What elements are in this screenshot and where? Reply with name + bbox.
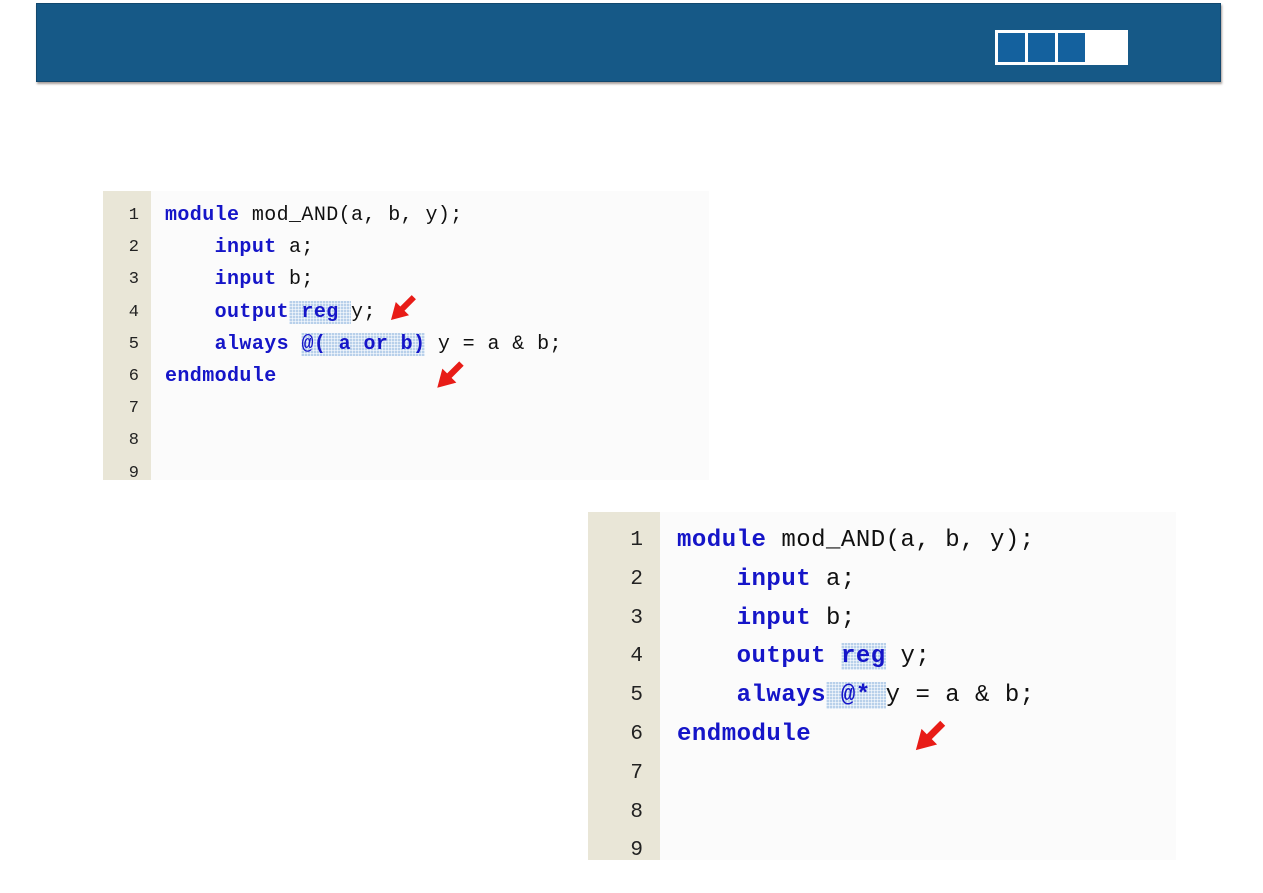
code-token: y; — [886, 643, 931, 670]
three-squares-logo — [995, 30, 1128, 65]
code-token: a; — [277, 236, 314, 259]
line-number-gutter: 123456789 — [588, 512, 660, 860]
code-line: output reg y; — [165, 297, 709, 329]
code-token: input — [215, 268, 277, 291]
code-token: b; — [811, 605, 856, 632]
code-content[interactable]: module mod_AND(a, b, y); input a; input … — [151, 191, 709, 480]
line-number: 1 — [103, 200, 139, 232]
code-token: module — [677, 527, 766, 554]
code-token — [677, 643, 737, 670]
line-number: 2 — [588, 561, 643, 600]
line-number: 5 — [103, 329, 139, 361]
line-number: 6 — [103, 361, 139, 393]
code-content[interactable]: module mod_AND(a, b, y); input a; input … — [660, 512, 1176, 860]
logo-square-3 — [1058, 33, 1085, 62]
line-number: 2 — [103, 232, 139, 264]
line-number-gutter: 123456789 — [103, 191, 151, 480]
code-line: endmodule — [677, 716, 1176, 755]
code-token: a; — [811, 566, 856, 593]
logo-square-1 — [998, 33, 1025, 62]
line-number: 8 — [103, 425, 139, 457]
line-number: 4 — [103, 297, 139, 329]
selected-code-token[interactable]: reg — [289, 301, 351, 324]
code-line: module mod_AND(a, b, y); — [165, 200, 709, 232]
selected-code-token[interactable]: @* — [826, 682, 886, 709]
code-line: input a; — [165, 232, 709, 264]
line-number: 6 — [588, 716, 643, 755]
code-token: always — [737, 682, 826, 709]
code-block-verilog-sensitivity-list: 123456789 module mod_AND(a, b, y); input… — [103, 191, 709, 480]
code-token: module — [165, 204, 239, 227]
line-number: 3 — [103, 264, 139, 296]
line-number: 8 — [588, 794, 643, 833]
code-line: output reg y; — [677, 638, 1176, 677]
code-token — [677, 566, 737, 593]
code-token: endmodule — [677, 721, 811, 748]
selected-code-token[interactable]: @( a or b) — [301, 333, 425, 356]
code-line: input a; — [677, 561, 1176, 600]
code-token: output — [737, 643, 826, 670]
code-token: y; — [351, 301, 376, 324]
header-banner — [36, 3, 1221, 82]
code-token: y = a & b; — [886, 682, 1035, 709]
code-line: always @* y = a & b; — [677, 677, 1176, 716]
code-token: output — [215, 301, 289, 324]
code-line: input b; — [677, 600, 1176, 639]
code-token — [677, 605, 737, 632]
line-number: 3 — [588, 600, 643, 639]
selected-code-token[interactable]: reg — [841, 643, 886, 670]
line-number: 9 — [103, 458, 139, 480]
line-number: 7 — [588, 755, 643, 794]
line-number: 1 — [588, 522, 643, 561]
code-token: y = a & b; — [425, 333, 561, 356]
line-number: 9 — [588, 832, 643, 860]
logo-square-2 — [1028, 33, 1055, 62]
code-token: input — [737, 566, 812, 593]
code-token — [165, 236, 215, 259]
code-token — [165, 333, 215, 356]
code-token: input — [215, 236, 277, 259]
code-token: mod_AND(a, b, y); — [239, 204, 462, 227]
code-line: input b; — [165, 264, 709, 296]
code-token — [289, 333, 301, 356]
code-token: endmodule — [165, 365, 277, 388]
code-token — [826, 643, 841, 670]
code-line: module mod_AND(a, b, y); — [677, 522, 1176, 561]
code-token — [165, 301, 215, 324]
code-line: endmodule — [165, 361, 709, 393]
code-token: always — [215, 333, 289, 356]
line-number: 4 — [588, 638, 643, 677]
line-number: 5 — [588, 677, 643, 716]
code-block-verilog-star-sensitivity: 123456789 module mod_AND(a, b, y); input… — [588, 512, 1176, 860]
code-token — [677, 682, 737, 709]
code-token: mod_AND(a, b, y); — [766, 527, 1034, 554]
code-token: input — [737, 605, 812, 632]
line-number: 7 — [103, 393, 139, 425]
code-token: b; — [277, 268, 314, 291]
code-token — [165, 268, 215, 291]
code-line: always @( a or b) y = a & b; — [165, 329, 709, 361]
